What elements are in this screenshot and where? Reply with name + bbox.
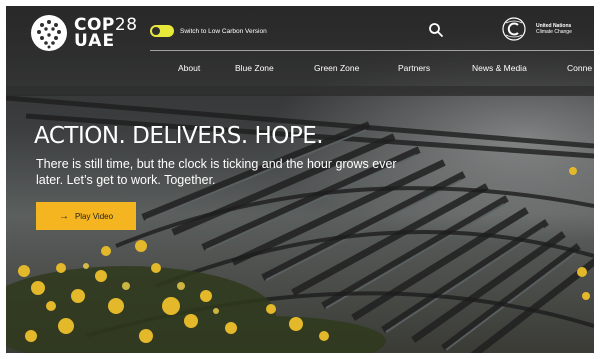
low-carbon-label: Switch to Low Carbon Version: [180, 27, 267, 35]
site-header: COP28 UAE Switch to Low Carbon Version U…: [6, 6, 594, 94]
logo-uae: UAE: [74, 31, 116, 51]
cop28-logo[interactable]: COP28 UAE: [30, 14, 138, 52]
nav-item-connect[interactable]: Conne: [567, 63, 592, 73]
unfccc-wordmark: United Nations Climate Change: [536, 23, 572, 35]
main-nav: About Blue Zone Green Zone Partners News…: [6, 63, 594, 79]
play-video-button[interactable]: → Play Video: [36, 202, 136, 230]
nav-item-green-zone[interactable]: Green Zone: [314, 63, 359, 73]
toggle-switch[interactable]: [150, 25, 174, 37]
arrow-right-icon: →: [58, 210, 69, 222]
nav-item-news-media[interactable]: News & Media: [472, 63, 527, 73]
play-video-label: Play Video: [74, 211, 114, 221]
logo-28: 28: [114, 15, 138, 35]
unfccc-emblem-icon: [502, 17, 526, 41]
header-divider: [150, 50, 594, 51]
nav-item-blue-zone[interactable]: Blue Zone: [235, 63, 274, 73]
search-icon[interactable]: [428, 22, 444, 38]
cop28-wordmark: COP28 UAE: [74, 15, 138, 51]
hero-tagline: There is still time, but the clock is ti…: [36, 157, 397, 187]
nav-item-partners[interactable]: Partners: [398, 63, 430, 73]
nav-item-about[interactable]: About: [178, 63, 200, 73]
hero-headline: ACTION. DELIVERS. HOPE.: [34, 123, 324, 149]
unfccc-line2: Climate Change: [536, 29, 572, 35]
globe-logo-icon: [31, 15, 67, 51]
unfccc-logo[interactable]: United Nations Climate Change: [502, 17, 572, 41]
page-frame: COP28 UAE Switch to Low Carbon Version U…: [6, 6, 594, 353]
low-carbon-toggle[interactable]: Switch to Low Carbon Version: [150, 25, 267, 37]
